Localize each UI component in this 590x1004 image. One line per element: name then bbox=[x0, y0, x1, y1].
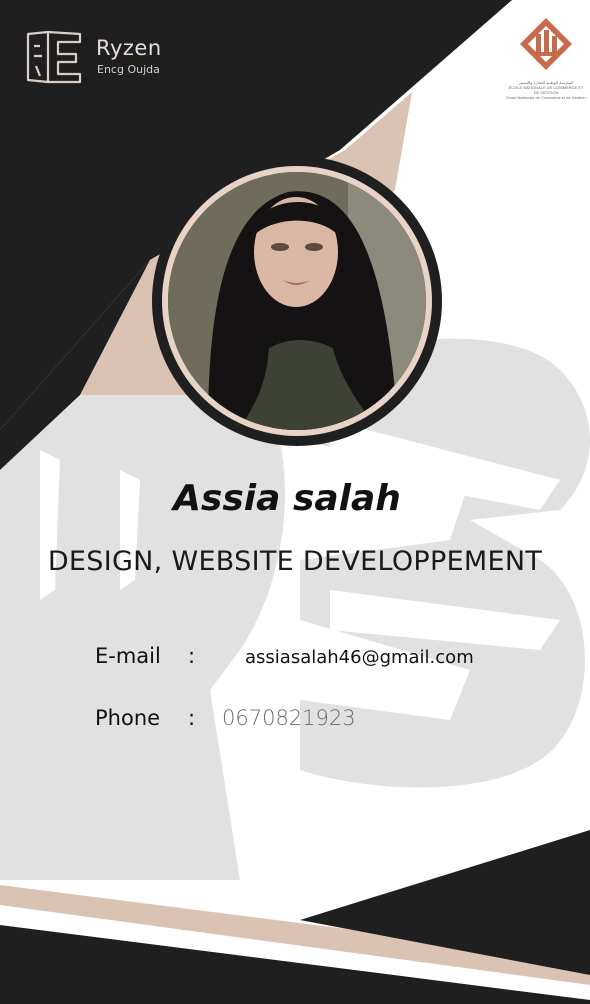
avatar-photo bbox=[168, 172, 426, 430]
email-separator: : bbox=[188, 644, 196, 668]
phone-separator: : bbox=[188, 706, 196, 730]
email-value[interactable]: assiasalah46@gmail.com bbox=[245, 647, 474, 668]
brand-subtitle: Encg Oujda bbox=[97, 63, 160, 76]
avatar-frame bbox=[152, 156, 442, 446]
school-name: المدرسة الوطنية للتجارة والتسيير ÉCOLE N… bbox=[506, 80, 586, 100]
school-text-line1: ÉCOLE NATIONALE DE COMMERCE ET DE GESTIO… bbox=[508, 85, 584, 95]
phone-value[interactable]: 0670821923 bbox=[222, 706, 356, 730]
person-role: DESIGN, WEBSITE DEVELOPPEMENT bbox=[47, 546, 543, 577]
brand-name: Ryzen bbox=[96, 36, 162, 60]
ryzen-logo-icon bbox=[26, 30, 82, 84]
email-label: E-mail bbox=[95, 644, 161, 668]
avatar-ring bbox=[162, 166, 432, 436]
school-text-line2: Ecole Nationale de Commerce et de Gestio… bbox=[506, 95, 586, 100]
person-name: Assia salah bbox=[173, 478, 401, 519]
phone-label: Phone bbox=[95, 706, 161, 730]
business-card: Ryzen Encg Oujda المدرسة الوطنية للتجارة… bbox=[0, 0, 590, 1004]
portrait-illustration bbox=[168, 172, 426, 430]
